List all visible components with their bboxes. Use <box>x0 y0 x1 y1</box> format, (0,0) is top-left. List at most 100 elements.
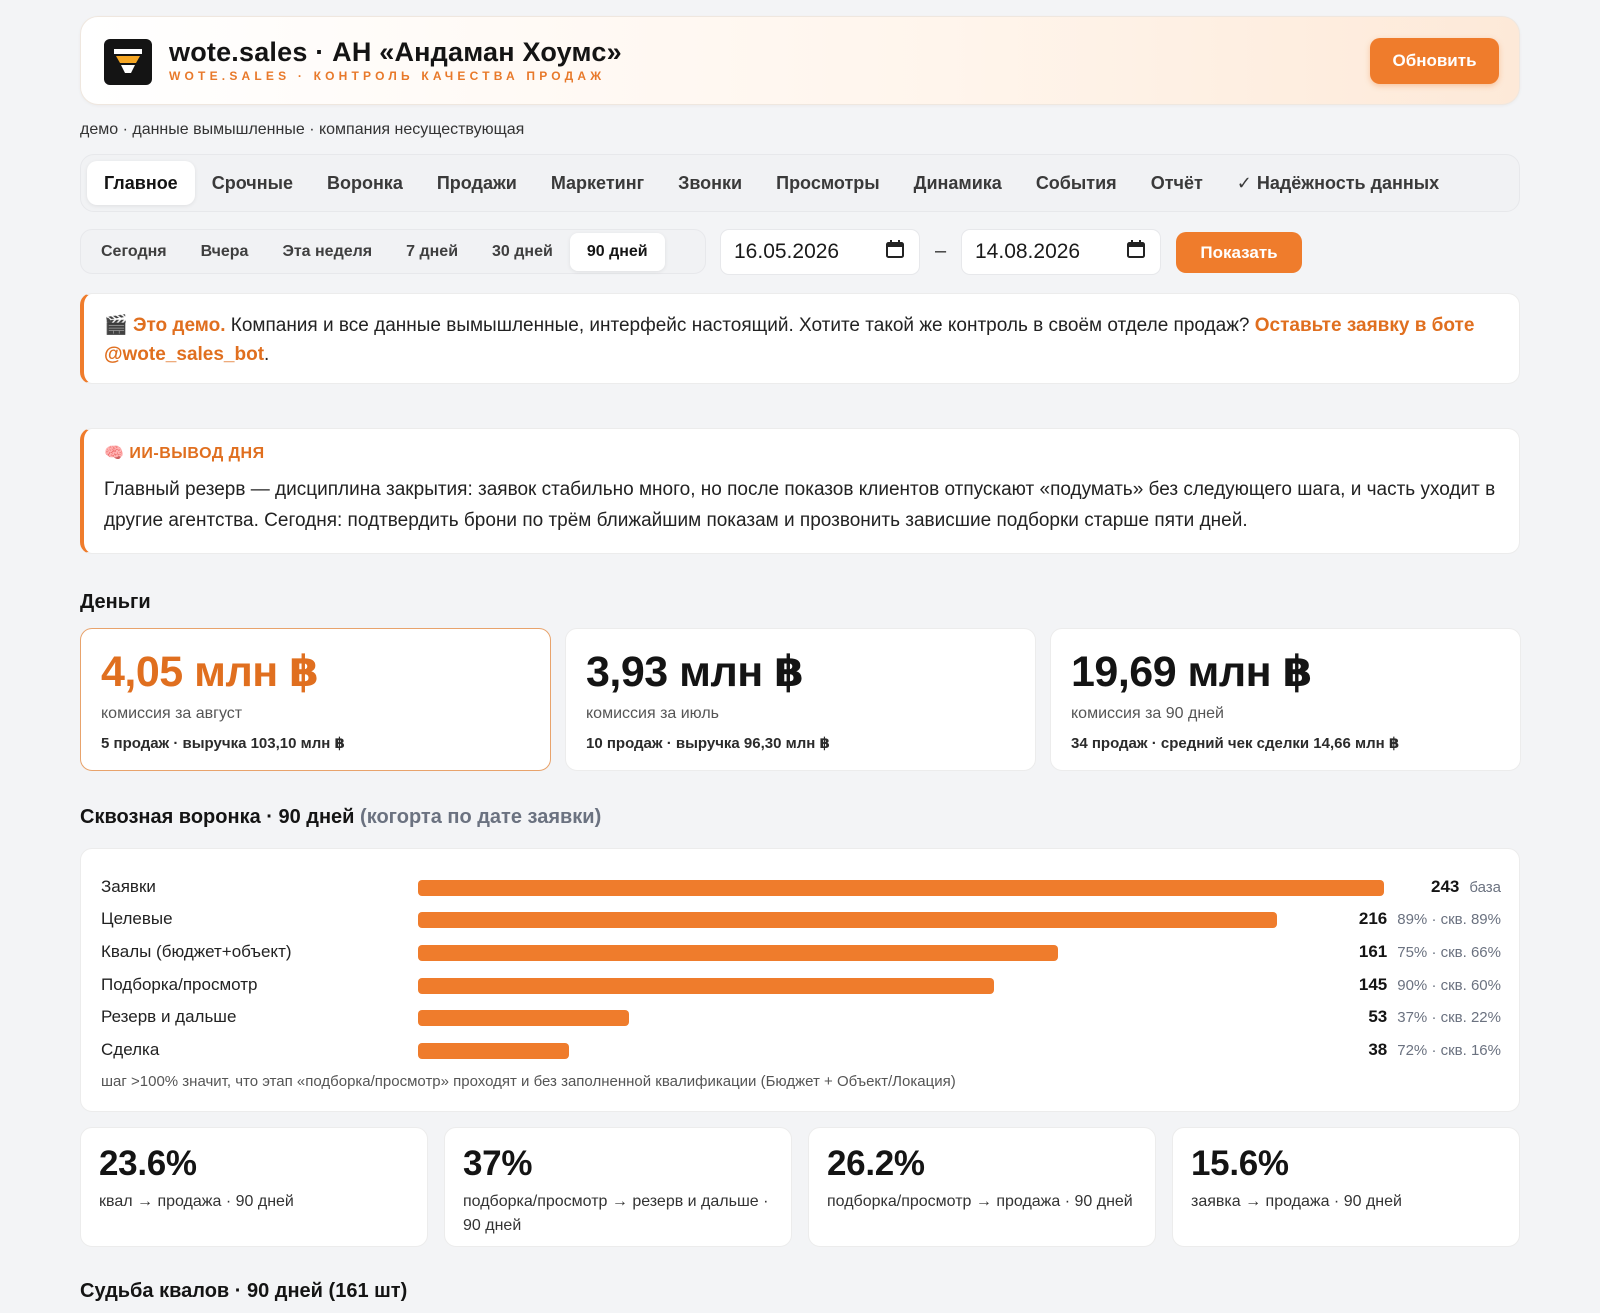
date-to-field[interactable]: 14.08.2026 <box>961 229 1161 275</box>
funnel-stage-stats: 145 90% · скв. 60% <box>1359 973 1501 998</box>
funnel-title: Сквозная воронка · 90 дней <box>80 806 355 828</box>
funnel-stage-label: Квалы (бюджет+объект) <box>101 942 292 961</box>
funnel-bar <box>418 1010 629 1026</box>
kpi-value: 23.6% <box>99 1144 197 1183</box>
funnel-row: Подборка/просмотр 145 90% · скв. 60% <box>101 973 1501 997</box>
money-card-value: 19,69 млн ฿ <box>1071 648 1313 696</box>
kpi-label: заявка → продажа · 90 дней <box>1191 1193 1402 1210</box>
kpi-value: 15.6% <box>1191 1144 1289 1183</box>
funnel-stage-conversion: база <box>1469 879 1501 896</box>
brain-icon: 🧠 <box>104 445 125 462</box>
app-header: wote.sales · АН «Андаман Хоумс» WOTE.SAL… <box>80 16 1520 105</box>
money-card-sub: 5 продаж · выручка 103,10 млн ฿ <box>101 735 345 752</box>
funnel-row: Целевые 216 89% · скв. 89% <box>101 907 1501 931</box>
funnel-stage-stats: 243 база <box>1431 875 1501 900</box>
funnel-stage-label: Сделка <box>101 1040 160 1059</box>
period-yesterday[interactable]: Вчера <box>184 233 266 271</box>
funnel-stage-conversion: 37% · скв. 22% <box>1397 1009 1501 1026</box>
demo-callout-text: Компания и все данные вымышленные, интер… <box>225 315 1255 336</box>
period-today[interactable]: Сегодня <box>84 233 184 271</box>
funnel-stage-count: 145 <box>1358 975 1388 994</box>
date-range-dash: – <box>935 240 947 262</box>
tab-data-reliability[interactable]: ✓ Надёжность данных <box>1220 161 1456 205</box>
main-tabs: Главное Срочные Воронка Продажи Маркетин… <box>80 154 1520 212</box>
kpi-card: 26.2% подборка/просмотр → продажа · 90 д… <box>808 1127 1156 1247</box>
funnel-title-note: (когорта по дате заявки) <box>360 806 602 828</box>
funnel-bar <box>418 1043 569 1059</box>
tab-report[interactable]: Отчёт <box>1134 161 1220 205</box>
tab-sales[interactable]: Продажи <box>420 161 534 205</box>
tab-main[interactable]: Главное <box>87 161 195 205</box>
demo-callout: 🎬 Это демо. Компания и все данные вымышл… <box>80 293 1520 384</box>
funnel-stage-stats: 38 72% · скв. 16% <box>1368 1038 1501 1063</box>
calendar-icon[interactable] <box>885 239 905 265</box>
funnel-stage-count: 53 <box>1368 1007 1388 1026</box>
tab-dynamics[interactable]: Динамика <box>897 161 1019 205</box>
kpi-label: квал → продажа · 90 дней <box>99 1193 294 1210</box>
date-from-field[interactable]: 16.05.2026 <box>720 229 920 275</box>
demo-disclaimer: демо · данные вымышленные · компания нес… <box>80 121 525 138</box>
funnel-footnote: шаг >100% значит, что этап «подборка/про… <box>101 1073 956 1090</box>
kpi-value: 26.2% <box>827 1144 925 1183</box>
funnel-bar <box>418 978 994 994</box>
money-card-value: 3,93 млн ฿ <box>586 648 804 696</box>
money-card-label: комиссия за август <box>101 705 243 722</box>
kpi-card: 23.6% квал → продажа · 90 дней <box>80 1127 428 1247</box>
money-section-title: Деньги <box>80 591 151 613</box>
funnel-stage-count: 243 <box>1430 877 1460 896</box>
money-card-label: комиссия за 90 дней <box>1071 705 1224 722</box>
demo-callout-bold: Это демо. <box>132 315 226 336</box>
funnel-panel: Заявки 243 база Целевые 216 89% · скв. 89%… <box>80 848 1520 1112</box>
funnel-bar <box>418 945 1058 961</box>
money-card-label: комиссия за июль <box>586 705 719 722</box>
period-7-days[interactable]: 7 дней <box>389 233 475 271</box>
funnel-stage-conversion: 89% · скв. 89% <box>1397 911 1501 928</box>
dashboard-page: wote.sales · АН «Андаман Хоумс» WOTE.SAL… <box>0 0 1600 1313</box>
period-this-week[interactable]: Эта неделя <box>265 233 389 271</box>
ai-insight-callout: 🧠 ИИ-ВЫВОД ДНЯ Главный резерв — дисципли… <box>80 428 1520 554</box>
funnel-row: Квалы (бюджет+объект) 161 75% · скв. 66% <box>101 940 1501 964</box>
kpi-label: подборка/просмотр → резерв и дальше · 90… <box>463 1193 769 1234</box>
funnel-stage-stats: 216 89% · скв. 89% <box>1359 907 1501 932</box>
money-card: 3,93 млн ฿ комиссия за июль 10 продаж · … <box>565 628 1036 771</box>
calendar-icon[interactable] <box>1126 239 1146 265</box>
funnel-stage-label: Резерв и дальше <box>101 1007 237 1026</box>
period-selector: Сегодня Вчера Эта неделя 7 дней 30 дней … <box>80 229 706 274</box>
date-to-value: 14.08.2026 <box>975 240 1081 263</box>
tab-viewings[interactable]: Просмотры <box>759 161 897 205</box>
kpi-value: 37% <box>463 1144 533 1183</box>
tab-marketing[interactable]: Маркетинг <box>534 161 661 205</box>
app-subtitle: WOTE.SALES · КОНТРОЛЬ КАЧЕСТВА ПРОДАЖ <box>169 69 606 83</box>
funnel-row: Заявки 243 база <box>101 875 1501 899</box>
funnel-logo-icon <box>104 39 152 85</box>
period-90-days[interactable]: 90 дней <box>569 232 665 271</box>
funnel-stage-label: Целевые <box>101 909 173 928</box>
funnel-row: Резерв и дальше 53 37% · скв. 22% <box>101 1005 1501 1029</box>
kpi-label: подборка/просмотр → продажа · 90 дней <box>827 1193 1133 1210</box>
money-card-value: 4,05 млн ฿ <box>101 648 319 696</box>
tab-calls[interactable]: Звонки <box>661 161 759 205</box>
funnel-section-title: Сквозная воронка · 90 дней (когорта по д… <box>80 806 601 829</box>
funnel-bar <box>418 880 1384 896</box>
money-card: 4,05 млн ฿ комиссия за август 5 продаж ·… <box>80 628 551 771</box>
kpi-card: 37% подборка/просмотр → резерв и дальше … <box>444 1127 792 1247</box>
funnel-stage-count: 161 <box>1358 942 1388 961</box>
money-card: 19,69 млн ฿ комиссия за 90 дней 34 прода… <box>1050 628 1521 771</box>
quals-fate-title: Судьба квалов · 90 дней (161 шт) <box>80 1280 408 1302</box>
show-button[interactable]: Показать <box>1176 232 1302 273</box>
tab-events[interactable]: События <box>1019 161 1134 205</box>
funnel-stage-stats: 161 75% · скв. 66% <box>1359 940 1501 965</box>
clapperboard-icon: 🎬 <box>104 315 128 336</box>
tab-funnel[interactable]: Воронка <box>310 161 420 205</box>
period-30-days[interactable]: 30 дней <box>475 233 570 271</box>
funnel-bar <box>418 912 1277 928</box>
refresh-button[interactable]: Обновить <box>1370 38 1499 84</box>
funnel-stage-conversion: 75% · скв. 66% <box>1397 944 1501 961</box>
money-card-sub: 34 продаж · средний чек сделки 14,66 млн… <box>1071 735 1400 752</box>
funnel-stage-label: Подборка/просмотр <box>101 975 258 994</box>
demo-callout-end: . <box>264 344 270 365</box>
date-from-value: 16.05.2026 <box>734 240 840 263</box>
tab-urgent[interactable]: Срочные <box>195 161 310 205</box>
kpi-card: 15.6% заявка → продажа · 90 дней <box>1172 1127 1520 1247</box>
funnel-stage-count: 216 <box>1358 909 1388 928</box>
